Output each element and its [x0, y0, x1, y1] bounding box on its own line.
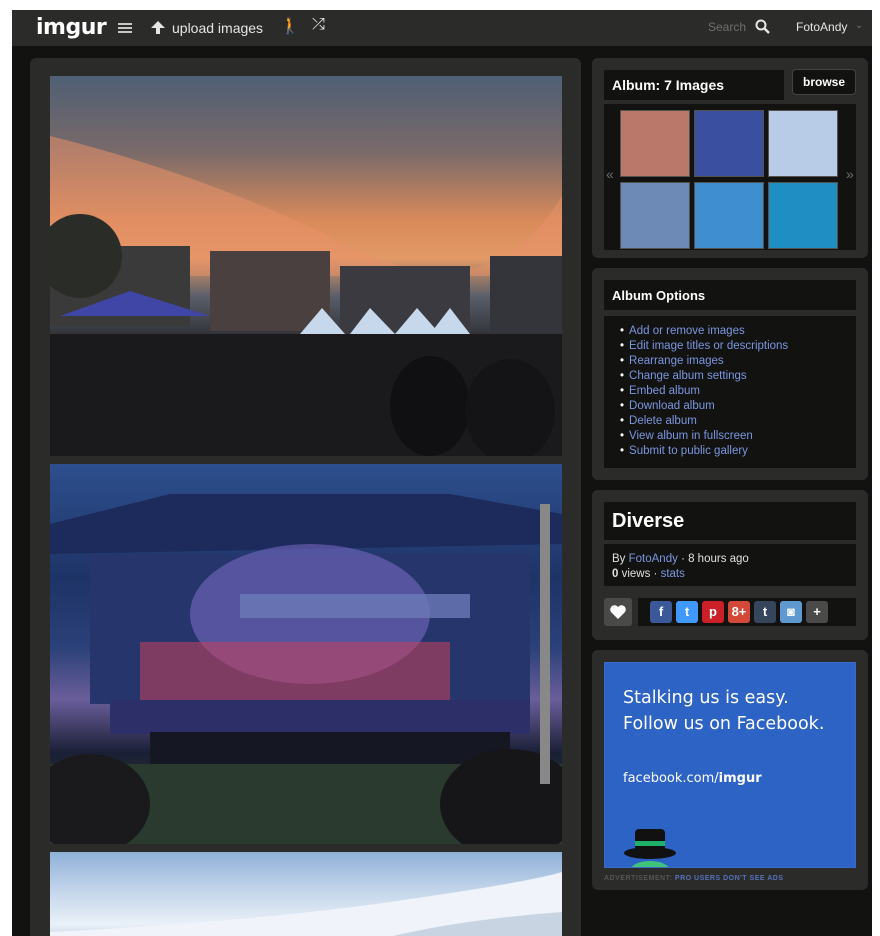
- upload-label: upload images: [172, 20, 264, 36]
- album-title: Album: 7 Images: [604, 70, 784, 100]
- menu-icon[interactable]: [118, 23, 132, 33]
- ad-note-label: ADVERTISEMENT:: [604, 875, 673, 882]
- google-plus-share-button[interactable]: 8+: [728, 601, 750, 623]
- album-options-panel: Album Options Add or remove images Edit …: [592, 268, 868, 480]
- upload-icon: [151, 21, 165, 34]
- album-images-panel: [30, 58, 581, 936]
- album-options-list: Add or remove images Edit image titles o…: [604, 316, 856, 468]
- chevron-down-icon[interactable]: ⌄: [855, 20, 863, 31]
- ad-url-handle: imgur: [718, 771, 762, 786]
- heart-icon: [610, 605, 626, 619]
- album-image-2[interactable]: [50, 464, 562, 844]
- album-name: Diverse: [604, 502, 856, 540]
- album-info-panel: Diverse By FotoAndy · 8 hours ago 0 view…: [592, 490, 868, 640]
- ad-line-2: Follow us on Facebook.: [623, 714, 825, 734]
- favorite-button[interactable]: [604, 598, 632, 626]
- album-thumbnail-5[interactable]: [694, 182, 764, 249]
- album-thumbnail-1[interactable]: [620, 110, 690, 177]
- stats-link[interactable]: stats: [661, 568, 685, 580]
- album-thumbnail-4[interactable]: [620, 182, 690, 249]
- browse-button[interactable]: browse: [792, 69, 856, 95]
- advertisement-panel: Stalking us is easy. Follow us on Facebo…: [592, 650, 868, 890]
- search-input[interactable]: Search: [708, 20, 746, 34]
- album-thumbnail-6[interactable]: [768, 182, 838, 249]
- share-bar: f t p 8+ t ◙ +: [638, 598, 856, 626]
- option-download-album[interactable]: Download album: [620, 399, 856, 414]
- next-arrow-icon[interactable]: »: [846, 166, 854, 182]
- by-label: By: [612, 553, 626, 565]
- author-line: By FotoAndy · 8 hours ago: [612, 552, 848, 567]
- option-embed-album[interactable]: Embed album: [620, 384, 856, 399]
- pro-users-link[interactable]: PRO USERS DON'T SEE ADS: [675, 875, 784, 882]
- stage-scene-graphic: [50, 494, 562, 844]
- walker-icon[interactable]: 🚶: [280, 16, 300, 36]
- post-time: · 8 hours ago: [681, 553, 749, 565]
- album-meta: By FotoAndy · 8 hours ago 0 views · stat…: [604, 544, 856, 586]
- album-thumbnail-2[interactable]: [694, 110, 764, 177]
- option-delete-album[interactable]: Delete album: [620, 414, 856, 429]
- reddit-share-button[interactable]: ◙: [780, 601, 802, 623]
- user-menu[interactable]: FotoAndy: [796, 20, 847, 34]
- ad-headline: Stalking us is easy. Follow us on Facebo…: [623, 685, 824, 737]
- sunset-scene-graphic: [50, 136, 562, 456]
- top-navbar: imgur upload images 🚶 ⤮ Search FotoAndy …: [12, 10, 872, 46]
- tumblr-share-button[interactable]: t: [754, 601, 776, 623]
- views-line: 0 views · stats: [612, 567, 848, 582]
- album-image-1[interactable]: [50, 76, 562, 456]
- facebook-share-button[interactable]: f: [650, 601, 672, 623]
- page-frame: imgur upload images 🚶 ⤮ Search FotoAndy …: [12, 10, 872, 936]
- pinterest-share-button[interactable]: p: [702, 601, 724, 623]
- ad-note: ADVERTISEMENT: PRO USERS DON'T SEE ADS: [604, 875, 784, 882]
- ad-url-prefix: facebook.com/: [623, 771, 719, 786]
- option-add-remove-images[interactable]: Add or remove images: [620, 324, 856, 339]
- prev-arrow-icon[interactable]: «: [606, 166, 614, 182]
- ad-line-1: Stalking us is easy.: [623, 688, 789, 708]
- search-icon[interactable]: [755, 19, 771, 35]
- shuffle-icon[interactable]: ⤮: [312, 16, 325, 34]
- twitter-share-button[interactable]: t: [676, 601, 698, 623]
- author-link[interactable]: FotoAndy: [629, 553, 678, 565]
- option-change-settings[interactable]: Change album settings: [620, 369, 856, 384]
- option-rearrange-images[interactable]: Rearrange images: [620, 354, 856, 369]
- album-thumbnail-3[interactable]: [768, 110, 838, 177]
- imgur-logo[interactable]: imgur: [36, 15, 107, 40]
- album-thumbnails-panel: Album: 7 Images browse « »: [592, 58, 868, 258]
- upload-images-button[interactable]: upload images: [150, 18, 263, 38]
- option-fullscreen[interactable]: View album in fullscreen: [620, 429, 856, 444]
- option-submit-gallery[interactable]: Submit to public gallery: [620, 444, 856, 459]
- option-edit-titles[interactable]: Edit image titles or descriptions: [620, 339, 856, 354]
- facebook-ad[interactable]: Stalking us is easy. Follow us on Facebo…: [604, 662, 856, 868]
- snow-scene-graphic: [50, 872, 562, 936]
- ad-url: facebook.com/imgur: [623, 771, 762, 786]
- mascot-icon: [624, 829, 676, 867]
- views-label: views ·: [621, 568, 658, 580]
- more-share-button[interactable]: +: [806, 601, 828, 623]
- album-image-3[interactable]: [50, 852, 562, 936]
- views-count: 0: [612, 568, 619, 580]
- album-options-title: Album Options: [604, 280, 856, 310]
